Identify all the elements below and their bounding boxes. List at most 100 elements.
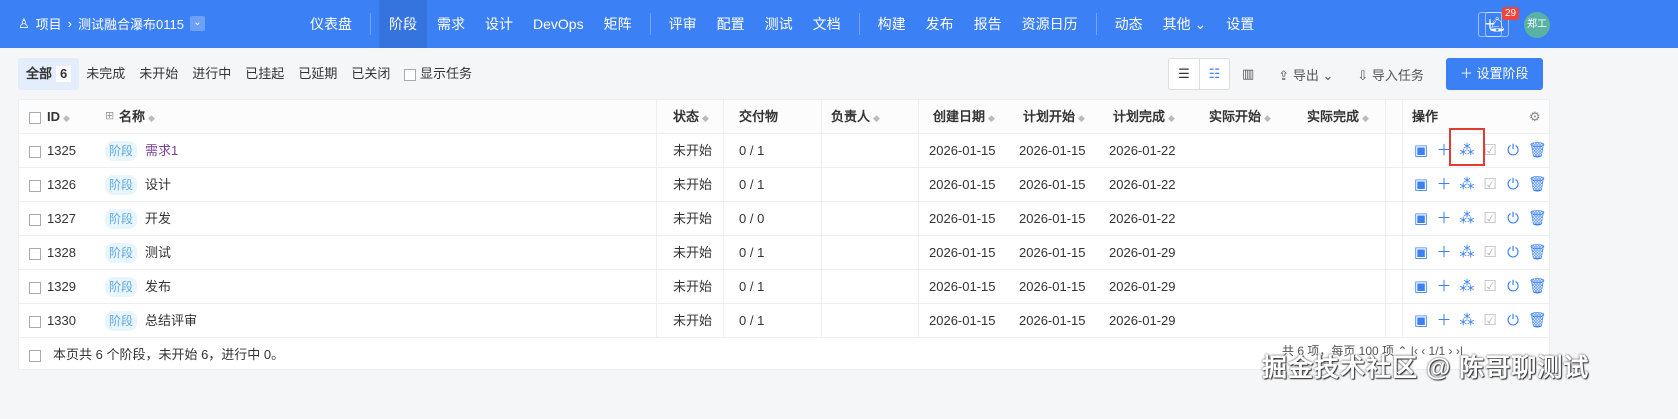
nav-item[interactable]: 需求 bbox=[427, 0, 475, 48]
nav-item[interactable]: 评审 bbox=[659, 0, 707, 48]
add-icon[interactable]: ＋ bbox=[1436, 202, 1452, 235]
show-tasks-toggle[interactable]: 显示任务 bbox=[397, 58, 479, 90]
hierarchy-icon[interactable]: ⁂ bbox=[1459, 270, 1475, 303]
cell-deliverable[interactable]: 0 / 1 bbox=[739, 134, 764, 167]
hierarchy-icon[interactable]: ⁂ bbox=[1459, 168, 1475, 201]
hierarchy-icon[interactable]: ⁂ bbox=[1459, 202, 1475, 235]
start-icon[interactable]: ▣ bbox=[1413, 304, 1429, 337]
breadcrumb-project[interactable]: 项目 bbox=[36, 14, 62, 33]
start-icon[interactable]: ▣ bbox=[1413, 134, 1429, 167]
row-checkbox[interactable] bbox=[29, 315, 41, 328]
filter-tab[interactable]: 已挂起 bbox=[238, 58, 291, 90]
trash-icon[interactable]: 🗑︎ bbox=[1528, 236, 1547, 269]
trash-icon[interactable]: 🗑︎ bbox=[1528, 134, 1547, 167]
edit-icon[interactable]: ☑ bbox=[1482, 236, 1498, 269]
col-name[interactable]: 名称 ◆ bbox=[119, 100, 155, 135]
filter-tab[interactable]: 已关闭 bbox=[344, 58, 397, 90]
power-icon[interactable]: ⏻ bbox=[1505, 202, 1521, 235]
chart-icon[interactable]: ▥ bbox=[1230, 66, 1266, 82]
nav-item[interactable]: 仪表盘 bbox=[300, 0, 362, 48]
stage-name-link[interactable]: 总结评审 bbox=[145, 313, 197, 328]
nav-item[interactable]: 动态 bbox=[1105, 0, 1153, 48]
footer-checkbox[interactable] bbox=[29, 349, 41, 362]
import-button[interactable]: ⇩ 导入任务 bbox=[1345, 65, 1436, 84]
nav-item[interactable]: 其他 ⌄ bbox=[1153, 0, 1217, 48]
filter-tab[interactable]: 未开始 bbox=[132, 58, 185, 90]
start-icon[interactable]: ▣ bbox=[1413, 168, 1429, 201]
nav-item[interactable]: 报告 bbox=[964, 0, 1012, 48]
export-button[interactable]: ⇪ 导出 ⌄ bbox=[1266, 65, 1345, 84]
trash-icon[interactable]: 🗑︎ bbox=[1528, 202, 1547, 235]
filter-tab[interactable]: 全部 6 bbox=[18, 58, 80, 90]
avatar[interactable]: 郑工 bbox=[1524, 12, 1550, 38]
cell-deliverable[interactable]: 0 / 1 bbox=[739, 236, 764, 269]
power-icon[interactable]: ⏻ bbox=[1505, 134, 1521, 167]
nav-item[interactable]: 阶段 bbox=[379, 0, 427, 48]
row-checkbox[interactable] bbox=[29, 145, 41, 158]
list-view-icon[interactable]: ☷ bbox=[1199, 59, 1229, 89]
cell-deliverable[interactable]: 0 / 1 bbox=[739, 304, 764, 337]
add-icon[interactable]: ＋ bbox=[1436, 236, 1452, 269]
stage-name-link[interactable]: 需求1 bbox=[145, 143, 178, 158]
nav-item[interactable]: 矩阵 bbox=[594, 0, 642, 48]
col-actual-end[interactable]: 实际完成 ◆ bbox=[1307, 100, 1369, 135]
trash-icon[interactable]: 🗑︎ bbox=[1528, 304, 1547, 337]
cell-deliverable[interactable]: 0 / 1 bbox=[739, 168, 764, 201]
power-icon[interactable]: ⏻ bbox=[1505, 270, 1521, 303]
filter-tab[interactable]: 进行中 bbox=[185, 58, 238, 90]
row-checkbox[interactable] bbox=[29, 281, 41, 294]
expand-all-icon[interactable]: ⊞ bbox=[105, 100, 114, 133]
edit-icon[interactable]: ☑ bbox=[1482, 304, 1498, 337]
nav-item[interactable]: 发布 bbox=[916, 0, 964, 48]
gantt-view-icon[interactable]: ☰ bbox=[1169, 59, 1199, 89]
col-plan-start[interactable]: 计划开始 ◆ bbox=[1023, 100, 1085, 135]
col-actual-start[interactable]: 实际开始 ◆ bbox=[1209, 100, 1271, 135]
row-checkbox[interactable] bbox=[29, 247, 41, 260]
filter-tab[interactable]: 未完成 bbox=[79, 58, 132, 90]
current-project[interactable]: 测试融合瀑布0115 bbox=[78, 14, 184, 33]
start-icon[interactable]: ▣ bbox=[1413, 202, 1429, 235]
col-owner[interactable]: 负责人 ◆ bbox=[831, 100, 880, 135]
filter-tab[interactable]: 已延期 bbox=[291, 58, 344, 90]
hierarchy-icon[interactable]: ⁂ bbox=[1459, 304, 1475, 337]
cell-deliverable[interactable]: 0 / 1 bbox=[739, 270, 764, 303]
trash-icon[interactable]: 🗑︎ bbox=[1528, 270, 1547, 303]
nav-item[interactable]: 设置 bbox=[1216, 0, 1264, 48]
add-icon[interactable]: ＋ bbox=[1436, 304, 1452, 337]
edit-icon[interactable]: ☑ bbox=[1482, 168, 1498, 201]
start-icon[interactable]: ▣ bbox=[1413, 270, 1429, 303]
power-icon[interactable]: ⏻ bbox=[1505, 168, 1521, 201]
power-icon[interactable]: ⏻ bbox=[1505, 236, 1521, 269]
col-plan-end[interactable]: 计划完成 ◆ bbox=[1113, 100, 1175, 135]
project-dropdown-chevron-icon[interactable]: ⌄ bbox=[189, 16, 205, 31]
row-checkbox[interactable] bbox=[29, 213, 41, 226]
edit-icon[interactable]: ☑ bbox=[1482, 270, 1498, 303]
row-checkbox[interactable] bbox=[29, 179, 41, 192]
gear-icon[interactable]: ⚙ bbox=[1529, 100, 1541, 133]
nav-item[interactable]: 资源日历 bbox=[1012, 0, 1088, 48]
col-status[interactable]: 状态 ◆ bbox=[673, 100, 709, 135]
stage-name-link[interactable]: 测试 bbox=[145, 245, 171, 260]
add-icon[interactable]: ＋ bbox=[1436, 270, 1452, 303]
add-icon[interactable]: ＋ bbox=[1436, 168, 1452, 201]
stage-name-link[interactable]: 开发 bbox=[145, 211, 171, 226]
nav-item[interactable]: 设计 bbox=[475, 0, 523, 48]
stage-name-link[interactable]: 设计 bbox=[145, 177, 171, 192]
nav-item[interactable]: 构建 bbox=[868, 0, 916, 48]
nav-item[interactable]: 配置 bbox=[707, 0, 755, 48]
show-tasks-checkbox[interactable] bbox=[404, 68, 417, 81]
start-icon[interactable]: ▣ bbox=[1413, 236, 1429, 269]
col-id[interactable]: ID ◆ bbox=[47, 100, 70, 135]
nav-item[interactable]: 文档 bbox=[803, 0, 851, 48]
set-stage-button[interactable]: ＋ 设置阶段 bbox=[1445, 58, 1543, 90]
power-icon[interactable]: ⏻ bbox=[1505, 304, 1521, 337]
col-created[interactable]: 创建日期 ◆ bbox=[933, 100, 995, 135]
stage-name-link[interactable]: 发布 bbox=[145, 279, 171, 294]
nav-item[interactable]: DevOps bbox=[523, 0, 594, 48]
hierarchy-icon[interactable]: ⁂ bbox=[1459, 236, 1475, 269]
select-all-checkbox[interactable] bbox=[29, 111, 41, 124]
nav-item[interactable]: 测试 bbox=[755, 0, 803, 48]
trash-icon[interactable]: 🗑︎ bbox=[1528, 168, 1547, 201]
edit-icon[interactable]: ☑ bbox=[1482, 202, 1498, 235]
cell-deliverable[interactable]: 0 / 0 bbox=[739, 202, 764, 235]
